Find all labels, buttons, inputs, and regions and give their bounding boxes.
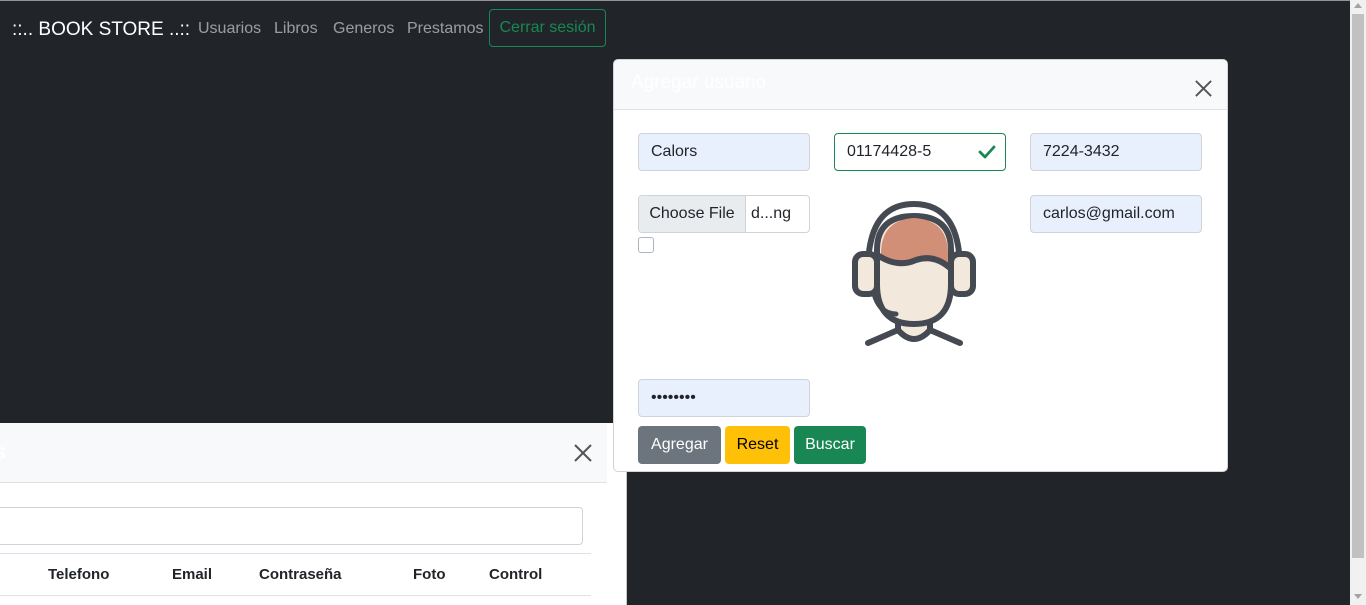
add-user-modal: Agregar usuario Calors 01174428-5 7224-3…: [613, 59, 1228, 472]
column-header-control: Control: [489, 566, 543, 583]
photo-file-input[interactable]: Choose File d...ng: [638, 195, 810, 233]
brand-logo[interactable]: ::.. BOOK STORE ..::: [12, 19, 190, 41]
phone-input[interactable]: 7224-3432: [1030, 133, 1202, 171]
password-input[interactable]: ••••••••: [638, 379, 810, 417]
photo-checkbox[interactable]: [638, 237, 654, 253]
column-header-contrasena: Contraseña: [259, 566, 342, 583]
check-icon: [978, 145, 996, 159]
file-name-label: d...ng: [751, 205, 792, 222]
nav-link-prestamos[interactable]: Prestamos: [407, 20, 483, 38]
id-input[interactable]: 01174428-5: [834, 133, 1006, 171]
column-header-email: Email: [172, 566, 213, 583]
page-scrollbar[interactable]: [1350, 0, 1366, 605]
close-icon[interactable]: [573, 443, 593, 463]
users-search-input[interactable]: [0, 507, 583, 545]
nav-link-libros[interactable]: Libros: [274, 20, 318, 38]
users-list-modal-title: s: [0, 439, 7, 464]
name-input[interactable]: Calors: [638, 133, 810, 171]
choose-file-button[interactable]: Choose File: [639, 196, 746, 232]
search-button[interactable]: Buscar: [794, 426, 866, 464]
nav-link-generos[interactable]: Generos: [333, 20, 394, 38]
navbar: ::.. BOOK STORE ..:: Usuarios Libros Gen…: [0, 0, 1350, 58]
reset-button[interactable]: Reset: [725, 426, 790, 464]
users-table-header: Telefono Email Contraseña Foto Control: [0, 553, 591, 596]
column-header-foto: Foto: [413, 566, 446, 583]
scroll-up-arrow-icon[interactable]: [1354, 3, 1362, 8]
users-list-modal-header: s: [0, 423, 607, 483]
nav-link-usuarios[interactable]: Usuarios: [198, 20, 261, 38]
scroll-down-arrow-icon[interactable]: [1354, 594, 1362, 599]
users-list-modal: s Telefono Email Contraseña Foto Control: [0, 423, 607, 605]
email-input[interactable]: carlos@gmail.com: [1030, 195, 1202, 233]
add-user-modal-title: Agregar usuario: [631, 72, 767, 93]
close-icon[interactable]: [1194, 79, 1213, 98]
user-avatar-icon: [852, 200, 976, 346]
add-user-modal-header: Agregar usuario: [614, 60, 1227, 110]
column-header-telefono: Telefono: [48, 566, 110, 583]
id-input-value: 01174428-5: [847, 143, 932, 160]
scrollbar-thumb[interactable]: [1352, 14, 1364, 558]
add-button[interactable]: Agregar: [638, 426, 721, 464]
logout-button[interactable]: Cerrar sesión: [489, 9, 606, 47]
